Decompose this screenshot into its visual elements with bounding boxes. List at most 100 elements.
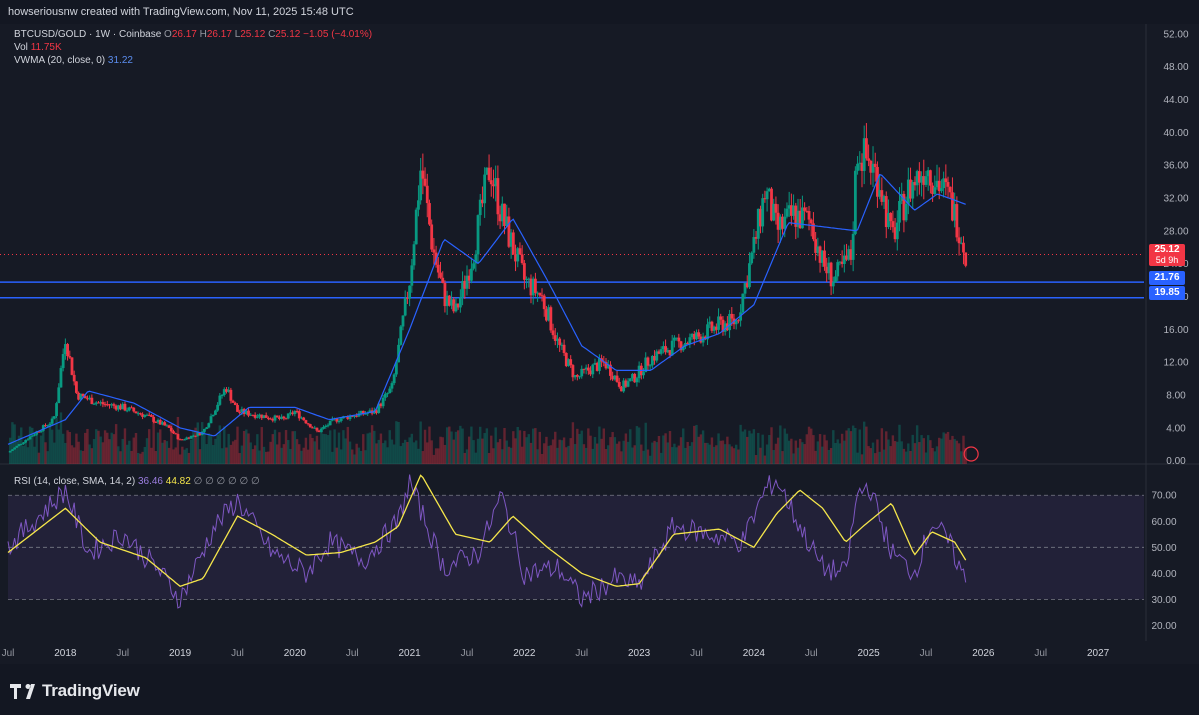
volume-bar (600, 438, 603, 464)
rsi-value: 36.46 (137, 476, 163, 487)
volume-bar (200, 422, 204, 464)
volume-bar (871, 442, 875, 464)
volume-bar (571, 422, 575, 464)
candle-body (867, 158, 871, 161)
volume-bar (801, 442, 804, 464)
volume-bar (141, 451, 144, 464)
rsi-tick-20.00: 20.00 (1151, 621, 1176, 632)
volume-bar (68, 431, 71, 464)
candle-body (134, 411, 138, 414)
candle-body (123, 403, 127, 411)
volume-bar (737, 449, 740, 464)
volume-bar (99, 436, 102, 464)
volume-bar (256, 434, 259, 464)
volume-bar (516, 426, 519, 464)
volume-bar (538, 431, 542, 464)
candle-body (381, 397, 385, 407)
volume-bar (949, 439, 952, 464)
volume-bar (712, 446, 716, 464)
candle-body (807, 211, 811, 220)
rsi-extra: ∅ ∅ ∅ ∅ ∅ ∅ (193, 476, 260, 487)
volume-bar (143, 446, 147, 464)
volume-bar (302, 447, 305, 464)
candle-body (386, 393, 389, 395)
volume-bar (487, 453, 491, 464)
candle-body (403, 297, 407, 316)
candle-body (26, 439, 30, 441)
volume-bar (174, 447, 177, 464)
volume-bar (772, 450, 775, 464)
volume-bar (439, 436, 442, 464)
volume-bar (706, 442, 709, 464)
candle-body (697, 332, 701, 337)
candle-body (741, 293, 745, 313)
volume-bar (337, 432, 341, 464)
candle-body (551, 330, 555, 336)
candle-body (948, 186, 952, 193)
volume-bar (554, 431, 557, 464)
candle-body (284, 418, 288, 420)
candle-body (70, 357, 74, 375)
volume-bar (611, 432, 614, 464)
volume-bar (421, 451, 425, 464)
chart-area[interactable]: 52.0048.0044.0040.0036.0032.0028.0024.00… (0, 24, 1199, 664)
volume-bar (929, 440, 932, 464)
volume-bar (33, 446, 36, 464)
volume-bar (913, 443, 917, 464)
volume-bar (699, 434, 703, 464)
volume-bar (145, 438, 149, 464)
volume-bar (671, 447, 674, 464)
volume-bar (379, 433, 383, 464)
volume-bar (547, 445, 550, 464)
candle-body (286, 413, 290, 419)
time-tick-Jul-0: Jul (2, 648, 15, 659)
volume-bar (682, 428, 685, 464)
rsi-ma-value: 44.82 (165, 476, 191, 487)
candle-body (428, 203, 431, 225)
volume-bar (472, 440, 475, 464)
candle-body (549, 307, 553, 331)
volume-bar (459, 425, 462, 464)
volume-bar (450, 431, 453, 464)
volume-bar (262, 446, 266, 464)
volume-bar (443, 444, 447, 464)
candle-body (496, 178, 500, 215)
candle-body (48, 423, 52, 426)
volume-bar (754, 455, 758, 464)
volume-bar (931, 447, 934, 464)
candle-body (765, 191, 769, 200)
volume-bar (426, 442, 429, 464)
candle-body (924, 176, 928, 185)
volume-bar (686, 441, 689, 464)
volume-bar (593, 437, 597, 464)
candle-body (895, 222, 899, 240)
tradingview-logo[interactable]: TradingView (10, 681, 140, 701)
volume-bar (291, 431, 294, 464)
candle-body (390, 383, 394, 389)
chart-svg[interactable]: 52.0048.0044.0040.0036.0032.0028.0024.00… (0, 24, 1199, 664)
candle-body (730, 313, 734, 319)
volume-bar (417, 448, 420, 464)
volume-bar (743, 429, 747, 464)
volume-bar (322, 433, 325, 464)
volume-bar (227, 433, 230, 464)
time-tick-2021-7: 2021 (398, 648, 421, 659)
volume-bar (613, 437, 617, 464)
volume-bar (494, 427, 497, 464)
header-attribution: howseriousnw created with TradingView.co… (8, 6, 354, 18)
volume-bar (59, 412, 63, 464)
volume-bar (898, 424, 901, 464)
volume-bar (829, 448, 833, 464)
volume-bar (918, 442, 921, 464)
volume-bar (543, 443, 546, 464)
volume-bar (295, 439, 299, 464)
candle-body (315, 427, 319, 431)
price-tick-12.00: 12.00 (1163, 358, 1188, 369)
volume-bar (690, 442, 694, 464)
volume-bar (148, 429, 151, 464)
candle-body (132, 407, 136, 412)
volume-bar (746, 436, 749, 464)
volume-bar (726, 436, 729, 464)
volume-bar (757, 432, 760, 464)
candle-body (853, 170, 857, 234)
